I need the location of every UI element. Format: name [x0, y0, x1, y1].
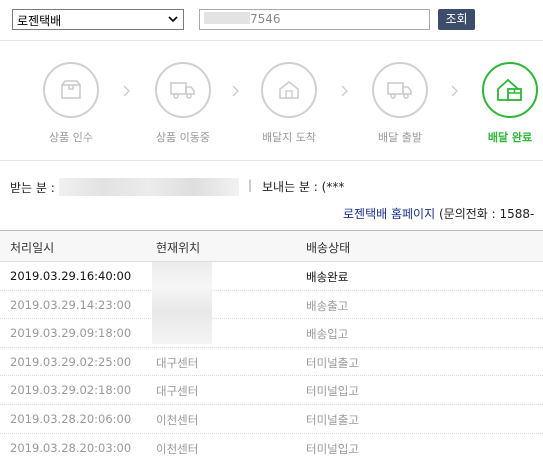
truck-icon [387, 82, 412, 99]
masked-tracking-prefix [204, 12, 250, 24]
chevron-right-icon [123, 85, 130, 97]
courier-homepage-link[interactable]: 로젠택배 홈페이지 [343, 207, 435, 221]
courier-contact: 로젠택배 홈페이지 (문의전화 : 1588- [343, 205, 534, 222]
header-time: 처리일시 [10, 241, 55, 255]
step-label: 상품 이동중 [155, 131, 211, 144]
table-row: 2019.03.28.20:06:00 이천센터 터미널출고 [0, 405, 543, 434]
table-row: 2019.03.29.02:25:00 대구센터 터미널출고 [0, 348, 543, 377]
phone-text: (문의전화 : 1588- [438, 207, 535, 221]
step-label: 배달 완료 [487, 131, 533, 144]
header-status: 배송상태 [306, 241, 351, 255]
box-icon [61, 80, 81, 99]
chevron-right-icon [451, 85, 458, 97]
cell-time: 2019.03.28.20:06:00 [10, 411, 132, 426]
cell-time: 2019.03.29.02:25:00 [10, 354, 132, 369]
delivered-house-icon [497, 78, 522, 101]
info-separator: | [248, 178, 253, 192]
receiver-label: 받는 분 : [10, 181, 55, 195]
cell-location: 이천센터 [156, 441, 199, 456]
sender-label: 보내는 분 : [262, 180, 318, 194]
step-delivered: 배달 완료 [470, 62, 543, 145]
table-header: 처리일시 현재위치 배송상태 [0, 230, 543, 262]
cell-time: 2019.03.28.20:03:00 [10, 440, 132, 455]
cell-status: 터미널입고 [306, 441, 359, 456]
truck-icon [170, 82, 195, 99]
delivery-progress: 상품 인수 상품 이동중 배달지 도착 배달 출발 배달 완료 [0, 62, 543, 152]
cell-time: 2019.03.29.14:23:00 [10, 297, 132, 312]
masked-receiver [58, 178, 239, 196]
table-row: 2019.03.29.16:40:00 배송완료 [0, 262, 543, 291]
tracking-number-suffix: 7546 [250, 12, 281, 26]
cell-time: 2019.03.29.09:18:00 [10, 326, 132, 341]
cell-location: 대구센터 [156, 355, 199, 370]
header-location: 현재위치 [156, 241, 201, 255]
tracking-table: 처리일시 현재위치 배송상태 2019.03.29.16:40:00 배송완료 … [0, 230, 543, 459]
chevron-down-icon [168, 16, 178, 23]
tracking-number-input[interactable]: 7546 [199, 9, 430, 30]
cell-time: 2019.03.29.16:40:00 [10, 269, 132, 283]
table-row: 2019.03.29.09:18:00 배송입고 [0, 319, 543, 348]
cell-location: 이천센터 [156, 412, 199, 427]
chevron-right-icon [232, 85, 239, 97]
chevron-right-icon [341, 85, 348, 97]
cell-status: 배송완료 [306, 270, 349, 284]
sender-value: (*** [321, 180, 345, 194]
cell-status: 배송출고 [306, 298, 349, 313]
courier-select[interactable]: 로젠택배 [12, 9, 184, 30]
divider [0, 160, 543, 161]
search-bar: 로젠택배 7546 조회 [0, 0, 543, 40]
masked-location [152, 262, 212, 344]
courier-select-value: 로젠택배 [17, 14, 62, 28]
step-received: 상품 인수 [31, 62, 111, 145]
divider [0, 40, 543, 41]
step-label: 상품 인수 [49, 131, 93, 144]
step-label: 배달지 도착 [261, 131, 317, 144]
cell-status: 터미널출고 [306, 355, 359, 370]
receiver-info: 받는 분 : [10, 178, 239, 196]
step-label: 배달 출발 [378, 131, 422, 144]
table-row: 2019.03.29.14:23:00 배송출고 [0, 291, 543, 320]
cell-status: 배송입고 [306, 327, 349, 342]
cell-status: 터미널입고 [306, 384, 359, 399]
lookup-button[interactable]: 조회 [438, 9, 475, 30]
cell-time: 2019.03.29.02:18:00 [10, 383, 132, 398]
sender-info: 보내는 분 : (*** [262, 178, 344, 195]
step-out-for-delivery: 배달 출발 [360, 62, 440, 145]
house-icon [279, 80, 299, 99]
step-in-transit: 상품 이동중 [143, 62, 223, 145]
step-arrived: 배달지 도착 [249, 62, 329, 145]
cell-status: 터미널출고 [306, 412, 359, 427]
table-row: 2019.03.29.02:18:00 대구센터 터미널입고 [0, 376, 543, 405]
cell-location: 대구센터 [156, 384, 199, 399]
table-row: 2019.03.28.20:03:00 이천센터 터미널입고 [0, 434, 543, 459]
